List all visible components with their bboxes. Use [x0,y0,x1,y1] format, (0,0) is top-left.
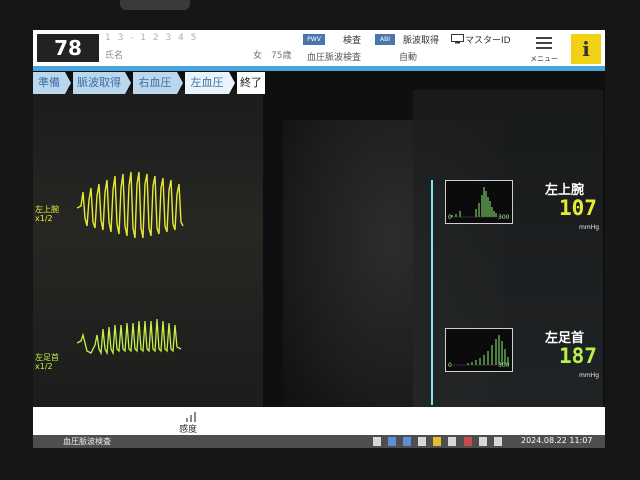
waveform-label-left-arm: 左上腕 x1/2 [35,205,59,223]
waveform-trace-left-arm [77,171,184,239]
step-arrow [65,72,71,94]
printer-icon [418,437,427,446]
waveform-site: 左足首 [35,353,59,362]
bottom-control-panel: 感度 [33,407,605,435]
waveform-label-left-ankle: 左足首 x1/2 [35,353,59,371]
pulse-acquisition-label: 脈波取得 [403,36,440,46]
menu-label: メニュー [530,55,558,63]
network-icon [388,437,397,446]
monitor-icon [451,34,464,44]
header-divider [33,66,605,71]
usb-icon [373,437,381,446]
waveform-trace-left-ankle [77,318,182,356]
step-arrow [125,72,131,94]
screen: 78 1 3 - 1 2 3 4 5 氏名 女 75歳 PWV 検査 血圧脈波検… [33,30,605,448]
sex-age: 女 75歳 [253,51,292,61]
master-id-button[interactable]: マスターID [465,33,511,46]
info-button[interactable]: i [571,34,601,64]
step-finish[interactable]: 終了 [237,72,265,94]
patient-number[interactable]: 78 [37,34,99,62]
exam-mode-status: 血圧脈波検査 [63,437,111,446]
ceiling-light-reflection [120,0,190,10]
plot-axis-end: 300 [498,362,510,369]
reading-unit: mmHg [579,224,600,231]
step-prepare[interactable]: 準備 [33,72,65,94]
waveform-scale: x1/2 [35,362,53,371]
exam-label: 検査 [343,36,362,46]
warning-icon [433,437,442,446]
background-reflection-left [33,90,263,430]
abi-badge-icon: ABI [375,34,395,45]
hamburger-icon [536,37,552,52]
exam-type: 血圧脈波検査 [307,53,362,63]
waveform-scale: x1/2 [35,214,53,223]
oscillometric-plot-left-arm: 0 300 [445,180,513,224]
reading-value-left-ankle: 187 [559,344,597,368]
plot-axis-start: 0 [448,362,452,369]
plot-axis-end: 300 [498,214,510,221]
date-time: 2024.08.22 11:07 [521,436,593,445]
waveform-site: 左上腕 [35,205,59,214]
step-pulse-acquisition[interactable]: 脈波取得 [73,72,125,94]
oscillometric-plot-left-ankle: 0 300 [445,328,513,372]
pwv-badge-icon: PWV [303,34,325,45]
plot-axis-start: 0 [448,214,452,221]
menu-button[interactable]: メニュー [526,32,562,64]
waveform-cursor [431,180,433,405]
recording-icon [463,437,472,446]
signal-bars-icon [186,412,196,422]
reading-unit: mmHg [579,372,600,379]
system-tray [373,437,504,447]
workflow-steps: 準備 脈波取得 右血圧 左血圧 終了 [33,72,265,94]
keyboard-icon [478,437,487,446]
reading-value-left-arm: 107 [559,196,597,220]
patient-id: 1 3 - 1 2 3 4 5 [105,33,199,43]
auto-mode-label: 自動 [399,53,418,63]
speaker-icon [448,437,457,446]
patient-header: 78 1 3 - 1 2 3 4 5 氏名 女 75歳 PWV 検査 血圧脈波検… [33,30,605,66]
level-icon [493,437,502,446]
step-left-bp[interactable]: 左血圧 [185,72,229,94]
step-right-bp[interactable]: 右血圧 [133,72,177,94]
patient-name-label: 氏名 [105,51,124,61]
battery-icon [403,437,412,446]
sensitivity-label: 感度 [179,425,198,435]
step-arrow [177,72,183,94]
step-arrow [229,72,235,94]
status-bar: 血圧脈波検査 2024.08.22 11:07 [33,435,605,448]
background-reflection-right [413,90,603,430]
